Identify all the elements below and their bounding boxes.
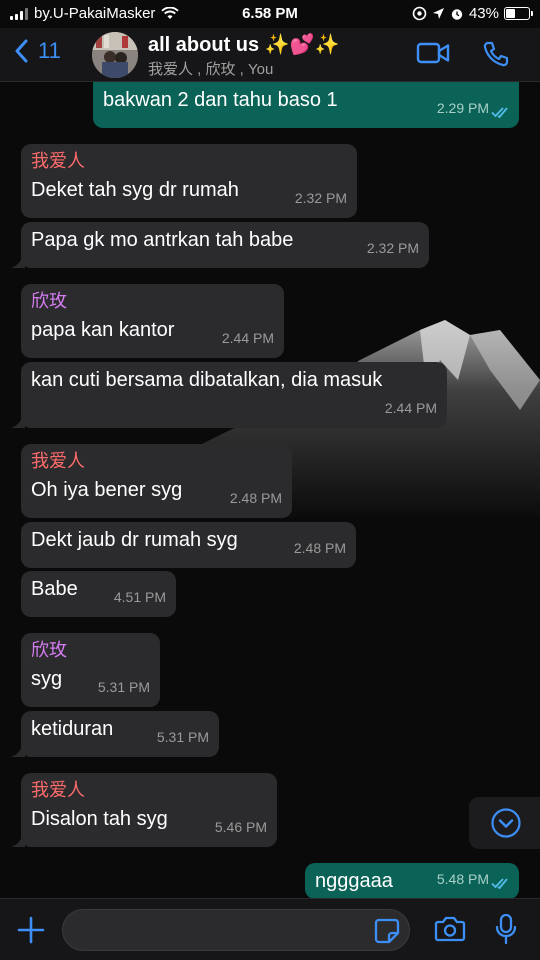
message-text: Deket tah syg dr rumah <box>31 179 239 201</box>
incoming-message[interactable]: 我爱人 Deket tah syg dr rumah 2.32 PM <box>21 144 357 218</box>
navigation-icon <box>432 8 444 19</box>
camera-icon <box>434 916 466 942</box>
chevron-down-circle-icon <box>491 808 521 838</box>
chat-header: 11 all about us ✨💕✨ 我爱人 , 欣玫 , You <box>0 28 540 82</box>
message-time: 2.32 PM <box>366 240 419 256</box>
chat-title[interactable]: all about us ✨💕✨ <box>148 32 339 57</box>
message-time: 5.46 PM <box>214 819 267 835</box>
message-text: ketiduran <box>31 718 114 740</box>
unread-count: 11 <box>38 38 61 63</box>
message-text: bakwan 2 dan tahu baso 1 <box>103 89 338 111</box>
message-sender[interactable]: 欣玫 <box>31 289 67 313</box>
back-button[interactable]: 11 <box>14 38 61 64</box>
message-sender[interactable]: 欣玫 <box>31 638 67 662</box>
message-input-bar <box>0 898 540 960</box>
message-text: syg <box>31 668 63 690</box>
message-text: ngggaaa <box>315 870 393 892</box>
message-time: 5.31 PM <box>97 679 150 695</box>
message-time: 5.31 PM <box>156 729 209 745</box>
battery-percent: 43% <box>468 5 499 22</box>
location-lock-icon <box>412 6 427 21</box>
outgoing-message[interactable]: ngggaaa 5.48 PM <box>305 863 519 899</box>
incoming-message[interactable]: 欣玫 syg 5.31 PM <box>21 633 160 707</box>
message-sender[interactable]: 我爱人 <box>31 778 85 802</box>
message-text: Disalon tah syg <box>31 808 168 830</box>
bubble-tail <box>11 414 25 428</box>
plus-icon <box>17 916 45 944</box>
message-time: 5.48 PM <box>436 871 489 887</box>
message-text: Babe <box>31 578 78 600</box>
alarm-icon <box>451 8 463 20</box>
voice-note-button[interactable] <box>494 913 518 950</box>
message-time: 2.48 PM <box>293 540 346 556</box>
read-receipt-icon <box>491 107 508 118</box>
video-call-button[interactable] <box>416 41 450 70</box>
scroll-to-bottom-button[interactable] <box>469 797 540 849</box>
message-text: Dekt jaub dr rumah syg <box>31 529 238 551</box>
incoming-message[interactable]: Babe 4.51 PM <box>21 571 176 617</box>
read-receipt-icon <box>491 878 508 889</box>
bubble-tail <box>11 254 25 268</box>
outgoing-message[interactable]: bakwan 2 dan tahu baso 1 2.29 PM <box>93 82 519 128</box>
message-input[interactable] <box>62 909 410 951</box>
incoming-message[interactable]: ketiduran 5.31 PM <box>11 711 219 757</box>
voice-call-button[interactable] <box>482 40 510 73</box>
chat-participants[interactable]: 我爱人 , 欣玫 , You <box>148 58 273 79</box>
message-time: 2.32 PM <box>294 190 347 206</box>
group-avatar[interactable] <box>92 32 138 78</box>
message-sender[interactable]: 我爱人 <box>31 449 85 473</box>
incoming-message[interactable]: 我爱人 Oh iya bener syg 2.48 PM <box>21 444 292 518</box>
incoming-message[interactable]: 欣玫 papa kan kantor 2.44 PM <box>21 284 284 358</box>
battery-icon <box>504 7 533 20</box>
message-text: Papa gk mo antrkan tah babe <box>31 229 294 251</box>
incoming-message[interactable]: 我爱人 Disalon tah syg 5.46 PM <box>11 773 277 847</box>
message-time: 2.44 PM <box>221 330 274 346</box>
message-text: Oh iya bener syg <box>31 479 183 501</box>
video-call-icon <box>416 42 450 64</box>
incoming-message[interactable]: kan cuti bersama dibatalkan, dia masuk 2.… <box>11 362 447 428</box>
camera-button[interactable] <box>434 915 466 948</box>
message-sender[interactable]: 我爱人 <box>31 149 85 173</box>
bubble-tail <box>11 743 25 757</box>
incoming-message[interactable]: Dekt jaub dr rumah syg 2.48 PM <box>21 522 356 568</box>
phone-call-icon <box>483 41 509 67</box>
incoming-message[interactable]: Papa gk mo antrkan tah babe 2.32 PM <box>11 222 429 268</box>
message-text: papa kan kantor <box>31 319 175 341</box>
message-time: 2.29 PM <box>436 100 489 116</box>
message-text: kan cuti bersama dibatalkan, dia masuk <box>31 369 383 391</box>
message-time: 4.51 PM <box>113 589 166 605</box>
back-chevron-icon <box>15 39 28 63</box>
status-bar: by.U-PakaiMasker 6.58 PM 43% <box>0 0 540 28</box>
sticker-button[interactable] <box>374 918 400 949</box>
microphone-icon <box>495 913 517 945</box>
message-time: 2.48 PM <box>229 490 282 506</box>
sticker-icon <box>374 918 400 944</box>
attach-button[interactable] <box>16 915 46 950</box>
message-time: 2.44 PM <box>384 400 437 416</box>
bubble-tail <box>11 833 25 847</box>
